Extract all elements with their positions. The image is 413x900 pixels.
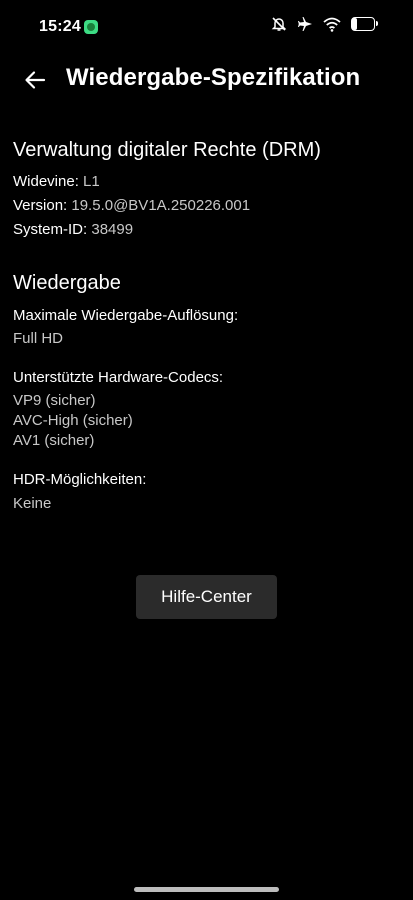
arrow-left-icon <box>25 71 46 89</box>
system-id-label: System-ID: <box>13 221 88 238</box>
widevine-label: Widevine: <box>13 173 79 190</box>
playback-section-title: Wiedergabe <box>13 272 121 294</box>
widevine-row: Widevine: L1 <box>13 173 100 190</box>
codec-item: AVC-High (sicher) <box>13 412 133 429</box>
version-label: Version: <box>13 197 68 214</box>
drm-section-title: Verwaltung digitaler Rechte (DRM) <box>13 139 321 161</box>
hdr-value: Keine <box>13 495 52 512</box>
version-row: Version: 19.5.0@BV1A.250226.001 <box>13 197 250 214</box>
app-notification-icon <box>84 20 98 34</box>
codec-item: AV1 (sicher) <box>13 432 95 449</box>
back-button[interactable] <box>20 65 50 95</box>
status-bar: 15:24 24 <box>0 0 413 56</box>
codecs-label: Unterstützte Hardware-Codecs: <box>13 369 224 386</box>
mute-icon <box>271 17 287 31</box>
status-icons: 24 <box>271 16 378 32</box>
status-time: 15:24 <box>39 18 81 35</box>
battery-icon: 24 <box>351 17 378 31</box>
max-resolution-label: Maximale Wiedergabe-Auflösung: <box>13 307 239 324</box>
system-id-value: 38499 <box>91 221 134 238</box>
home-indicator[interactable] <box>134 887 279 892</box>
header: Wiedergabe-Spezifikation <box>0 56 413 102</box>
widevine-value: L1 <box>83 173 100 190</box>
help-center-button[interactable]: Hilfe-Center <box>136 575 277 619</box>
battery-level: 24 <box>357 19 368 29</box>
codec-item: VP9 (sicher) <box>13 392 96 409</box>
wifi-icon <box>323 17 341 32</box>
page-title: Wiedergabe-Spezifikation <box>66 64 361 91</box>
max-resolution-value: Full HD <box>13 330 64 347</box>
airplane-icon <box>298 17 312 31</box>
version-value: 19.5.0@BV1A.250226.001 <box>71 197 251 214</box>
system-id-row: System-ID: 38499 <box>13 221 133 238</box>
hdr-label: HDR-Möglichkeiten: <box>13 471 147 488</box>
